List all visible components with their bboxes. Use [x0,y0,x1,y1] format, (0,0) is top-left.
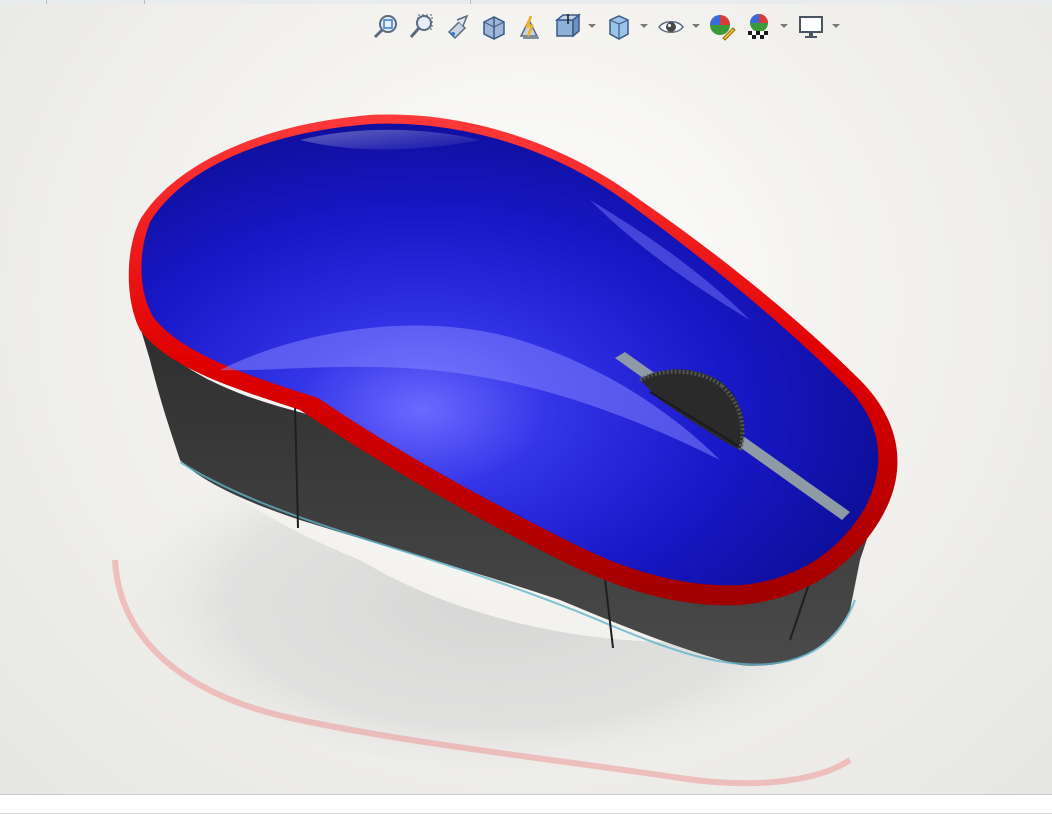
status-bar [0,794,1052,823]
eye-icon [658,21,684,33]
dropdown-arrow-icon[interactable] [832,24,840,28]
apply-scene-button[interactable] [740,10,792,44]
display-style-icon [609,15,629,40]
edit-appearance-button[interactable] [704,10,740,44]
previous-view-button[interactable] [440,10,476,44]
heads-up-view-toolbar [368,10,844,44]
edit-appearance-icon [710,15,736,41]
previous-view-icon [447,14,469,40]
dropdown-arrow-icon[interactable] [692,24,700,28]
view-settings-button[interactable] [792,10,844,44]
status-divider [0,813,1052,814]
dropdown-arrow-icon[interactable] [780,24,788,28]
view-orientation-icon [554,13,582,38]
graphics-area[interactable] [0,4,1052,794]
section-view-icon [483,16,505,40]
mouse-model[interactable] [0,4,1052,794]
section-view-button[interactable] [476,10,512,44]
monitor-icon [799,16,823,38]
dropdown-arrow-icon[interactable] [588,24,596,28]
view-orientation-button[interactable] [548,10,600,44]
dynamic-annotation-views-button[interactable] [512,10,548,44]
hide-show-items-button[interactable] [652,10,704,44]
annotation-views-icon [519,15,539,39]
zoom-to-fit-button[interactable] [368,10,404,44]
zoom-to-area-button[interactable] [404,10,440,44]
display-style-button[interactable] [600,10,652,44]
zoom-to-area-icon [409,14,433,38]
apply-scene-icon [748,14,768,39]
zoom-to-fit-icon [373,15,397,39]
dropdown-arrow-icon[interactable] [640,24,648,28]
